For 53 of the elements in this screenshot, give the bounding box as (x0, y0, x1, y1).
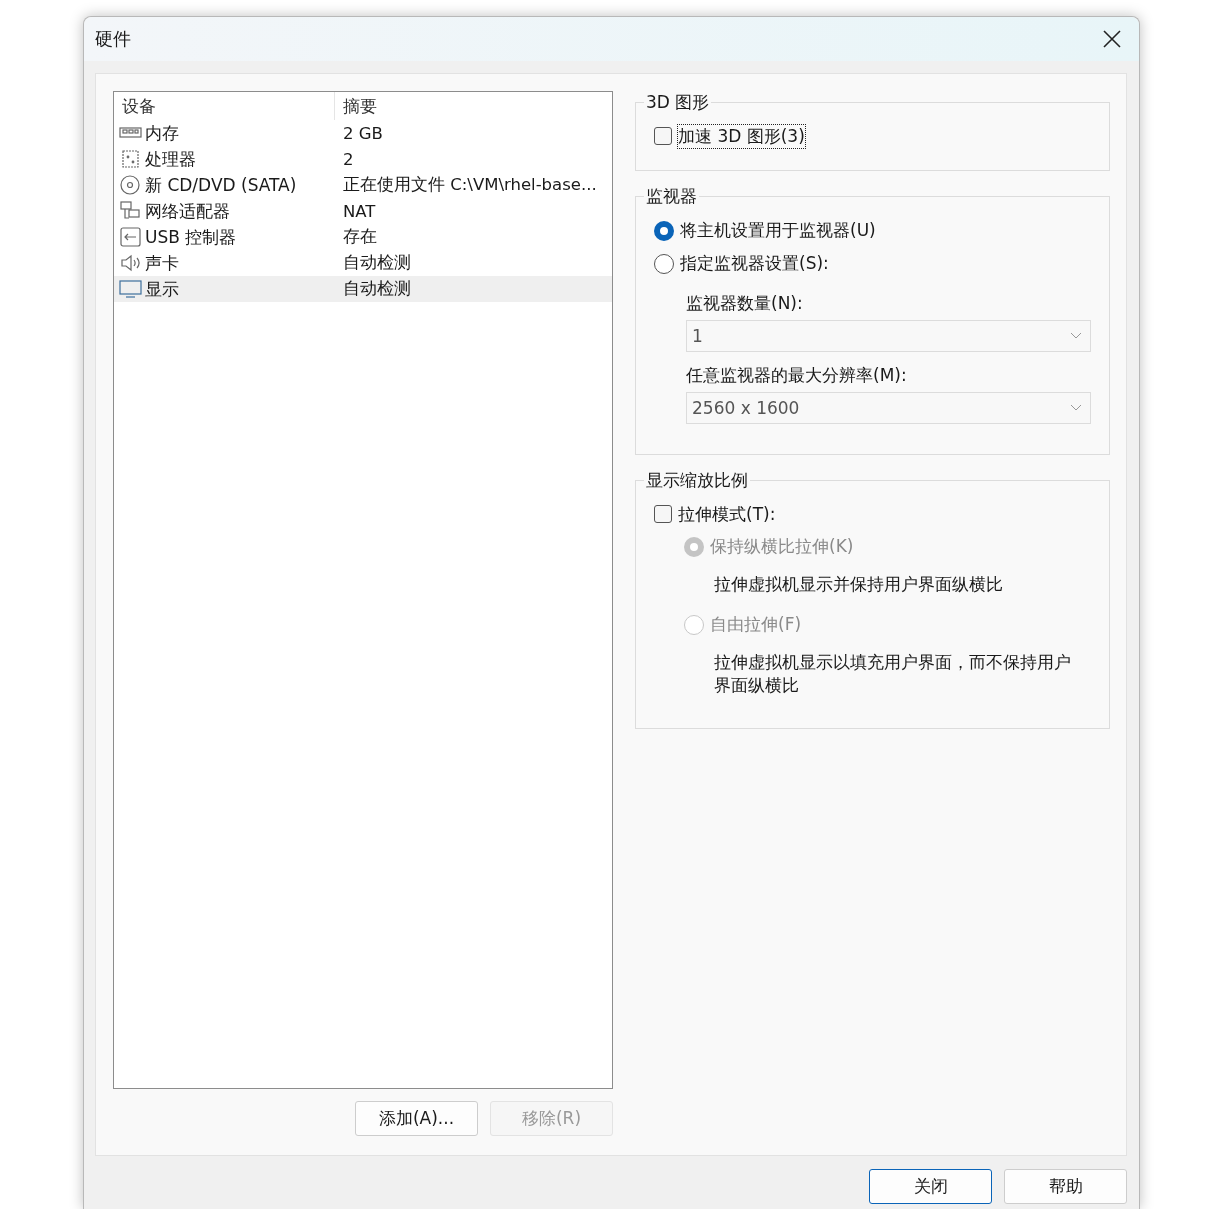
column-header[interactable]: 摘要 (335, 92, 612, 120)
checkbox[interactable] (654, 127, 672, 145)
device-row[interactable]: USB 控制器 存在 (114, 224, 612, 250)
help-button[interactable]: 帮助 (1004, 1169, 1127, 1204)
group-title: 监视器 (645, 185, 698, 208)
field-label: 任意监视器的最大分辨率(M): (686, 363, 908, 387)
radio-button[interactable] (654, 220, 674, 241)
group-title: 显示缩放比例 (645, 469, 749, 492)
network-icon (119, 201, 142, 221)
radio-label: 自由拉伸(F) (710, 613, 802, 636)
add-button[interactable]: 添加(A)... (355, 1101, 478, 1136)
device-name: 内存 (145, 121, 179, 145)
device-name: 网络适配器 (145, 199, 230, 223)
device-summary: 存在 (342, 226, 378, 248)
device-summary: 2 GB (342, 123, 384, 143)
device-summary: 自动检测 (342, 252, 412, 274)
usb-icon (119, 227, 142, 247)
device-row[interactable]: 内存 2 GB (114, 120, 612, 146)
radio-label: 保持纵横比拉伸(K) (710, 535, 854, 558)
chevron-down-icon (1070, 332, 1082, 340)
device-name: USB 控制器 (145, 225, 237, 249)
device-row[interactable]: 声卡 自动检测 (114, 250, 612, 276)
device-name: 新 CD/DVD (SATA) (145, 173, 297, 197)
field-label: 监视器数量(N): (686, 291, 804, 315)
group-title: 3D 图形 (645, 91, 711, 114)
device-summary: NAT (342, 201, 377, 221)
radio-button[interactable] (654, 253, 674, 274)
option-description: 拉伸虚拟机显示并保持用户界面纵横比 (714, 573, 1004, 596)
device-row[interactable]: 新 CD/DVD (SATA) 正在使用文件 C:\VM\rhel-base... (114, 172, 612, 198)
device-summary: 正在使用文件 C:\VM\rhel-base... (342, 174, 598, 196)
device-summary: 2 (342, 149, 355, 169)
checkbox[interactable] (654, 505, 672, 523)
device-summary: 自动检测 (342, 278, 412, 300)
device-row[interactable]: 显示 自动检测 (114, 276, 612, 302)
close-icon (1103, 30, 1121, 48)
device-name: 声卡 (145, 251, 179, 275)
chip-icon (119, 149, 142, 169)
radio-label: 将主机设置用于监视器(U) (680, 219, 876, 242)
device-row[interactable]: 处理器 2 (114, 146, 612, 172)
device-name: 显示 (145, 277, 179, 301)
option-description: 拉伸虚拟机显示以填充用户界面，而不保持用户界面纵横比 (714, 651, 1072, 697)
close-dialog-button[interactable]: 关闭 (869, 1169, 992, 1204)
monitor-icon (119, 279, 142, 299)
device-row[interactable]: 网络适配器 NAT (114, 198, 612, 224)
column-header[interactable]: 设备 (114, 92, 335, 120)
chevron-down-icon (1070, 404, 1082, 412)
device-name: 处理器 (145, 147, 196, 171)
radio-label: 指定监视器设置(S): (680, 252, 829, 275)
window-title: 硬件 (95, 27, 131, 51)
disc-icon (119, 175, 142, 195)
speaker-icon (119, 253, 142, 273)
checkbox-label: 加速 3D 图形(3) (678, 124, 805, 148)
checkbox-label: 拉伸模式(T): (678, 502, 776, 526)
